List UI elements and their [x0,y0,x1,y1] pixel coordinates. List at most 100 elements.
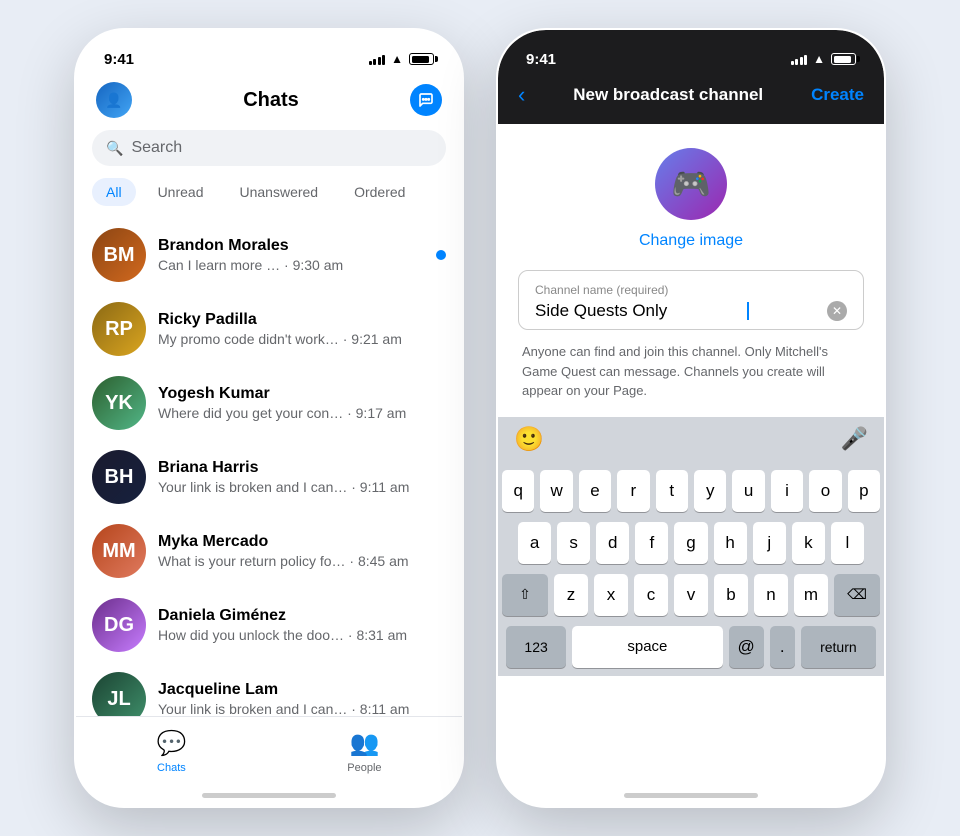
compose-button[interactable] [410,84,442,116]
channel-description: Anyone can find and join this channel. O… [518,342,864,401]
key-p[interactable]: p [848,470,880,512]
user-avatar[interactable]: 👤 [96,82,132,118]
key-x[interactable]: x [594,574,628,616]
chat-name: Jacqueline Lam [158,681,446,699]
key-delete[interactable]: ⌫ [834,574,880,616]
key-l[interactable]: l [831,522,864,564]
field-input-row: Side Quests Only ✕ [535,301,847,321]
right-signal-icon [791,54,808,65]
key-u[interactable]: u [732,470,764,512]
chat-item[interactable]: BM Brandon Morales Can I learn more … · … [76,218,462,292]
chat-item[interactable]: YK Yogesh Kumar Where did you get your c… [76,366,462,440]
broadcast-header: ‹ New broadcast channel Create [498,74,884,124]
channel-name-field[interactable]: Channel name (required) Side Quests Only… [518,270,864,330]
key-q[interactable]: q [502,470,534,512]
key-g[interactable]: g [674,522,707,564]
chats-nav-icon: 💬 [156,729,186,758]
search-placeholder: Search [131,139,182,157]
key-c[interactable]: c [634,574,668,616]
key-k[interactable]: k [792,522,825,564]
keyboard-row-bottom: 123 space @ . return [502,626,880,668]
filter-tab-unanswered[interactable]: Unanswered [225,178,332,206]
key-o[interactable]: o [809,470,841,512]
key-d[interactable]: d [596,522,629,564]
create-button[interactable]: Create [811,85,864,105]
key-v[interactable]: v [674,574,708,616]
chat-avatar: BM [92,228,146,282]
change-image-button[interactable]: Change image [639,232,743,250]
keyboard-row-1: q w e r t y u i o p [502,470,880,512]
channel-avatar[interactable]: 🎮 [655,148,727,220]
channel-setup: 🎮 Change image Channel name (required) S… [498,124,884,417]
channel-name-value: Side Quests Only [535,301,667,321]
left-time: 9:41 [104,51,134,68]
chat-item[interactable]: MM Myka Mercado What is your return poli… [76,514,462,588]
keyboard-toolbar: 🙂 🎤 [498,417,884,462]
chats-title: Chats [243,89,299,112]
chat-info: Briana Harris Your link is broken and I … [158,459,446,495]
chat-name: Myka Mercado [158,533,446,551]
search-bar[interactable]: 🔍 Search [92,130,446,166]
chat-preview: Can I learn more … · 9:30 am [158,257,424,273]
chat-preview: What is your return policy fo… · 8:45 am [158,553,446,569]
key-shift[interactable]: ⇧ [502,574,548,616]
key-space[interactable]: space [572,626,722,668]
chats-header: 👤 Chats [76,74,462,130]
key-period[interactable]: . [770,626,795,668]
key-123[interactable]: 123 [506,626,566,668]
chat-info: Ricky Padilla My promo code didn't work…… [158,311,446,347]
chats-nav-label: Chats [157,762,186,774]
chat-item[interactable]: RP Ricky Padilla My promo code didn't wo… [76,292,462,366]
chat-info: Myka Mercado What is your return policy … [158,533,446,569]
filter-tab-unread[interactable]: Unread [144,178,218,206]
chat-item[interactable]: BH Briana Harris Your link is broken and… [76,440,462,514]
key-h[interactable]: h [714,522,747,564]
key-return[interactable]: return [801,626,876,668]
key-at[interactable]: @ [729,626,764,668]
key-w[interactable]: w [540,470,572,512]
right-phone: 9:41 ▲ ‹ New broadcast ch [496,28,886,808]
text-cursor [747,302,749,320]
right-status-icons: ▲ [791,52,856,66]
back-button[interactable]: ‹ [518,82,525,108]
people-nav-label: People [347,762,381,774]
search-icon: 🔍 [106,140,123,157]
key-z[interactable]: z [554,574,588,616]
key-t[interactable]: t [656,470,688,512]
right-status-bar: 9:41 ▲ [498,30,884,74]
unread-dot [436,250,446,260]
key-i[interactable]: i [771,470,803,512]
key-j[interactable]: j [753,522,786,564]
nav-chats[interactable]: 💬 Chats [156,729,186,774]
mic-button[interactable]: 🎤 [841,426,868,452]
field-label: Channel name (required) [535,283,847,297]
chat-name: Yogesh Kumar [158,385,446,403]
emoji-button[interactable]: 🙂 [514,425,544,454]
chat-avatar: MM [92,524,146,578]
home-indicator [202,793,336,798]
clear-button[interactable]: ✕ [827,301,847,321]
filter-tab-ordered[interactable]: Ordered [340,178,419,206]
nav-people[interactable]: 👥 People [347,729,381,774]
chat-preview: My promo code didn't work… · 9:21 am [158,331,446,347]
key-e[interactable]: e [579,470,611,512]
chat-preview: How did you unlock the doo… · 8:31 am [158,627,446,643]
key-a[interactable]: a [518,522,551,564]
key-b[interactable]: b [714,574,748,616]
chat-item[interactable]: DG Daniela Giménez How did you unlock th… [76,588,462,662]
chat-name: Daniela Giménez [158,607,446,625]
chat-list: BM Brandon Morales Can I learn more … · … [76,218,462,736]
key-s[interactable]: s [557,522,590,564]
chat-preview: Your link is broken and I can… · 8:11 am [158,701,446,717]
chat-name: Ricky Padilla [158,311,446,329]
left-status-bar: 9:41 ▲ [76,30,462,74]
key-y[interactable]: y [694,470,726,512]
left-phone: 9:41 ▲ 👤 Chats [74,28,464,808]
key-f[interactable]: f [635,522,668,564]
key-r[interactable]: r [617,470,649,512]
filter-tab-all[interactable]: All [92,178,136,206]
chat-info: Brandon Morales Can I learn more … · 9:3… [158,237,424,273]
chat-avatar: BH [92,450,146,504]
key-n[interactable]: n [754,574,788,616]
key-m[interactable]: m [794,574,828,616]
